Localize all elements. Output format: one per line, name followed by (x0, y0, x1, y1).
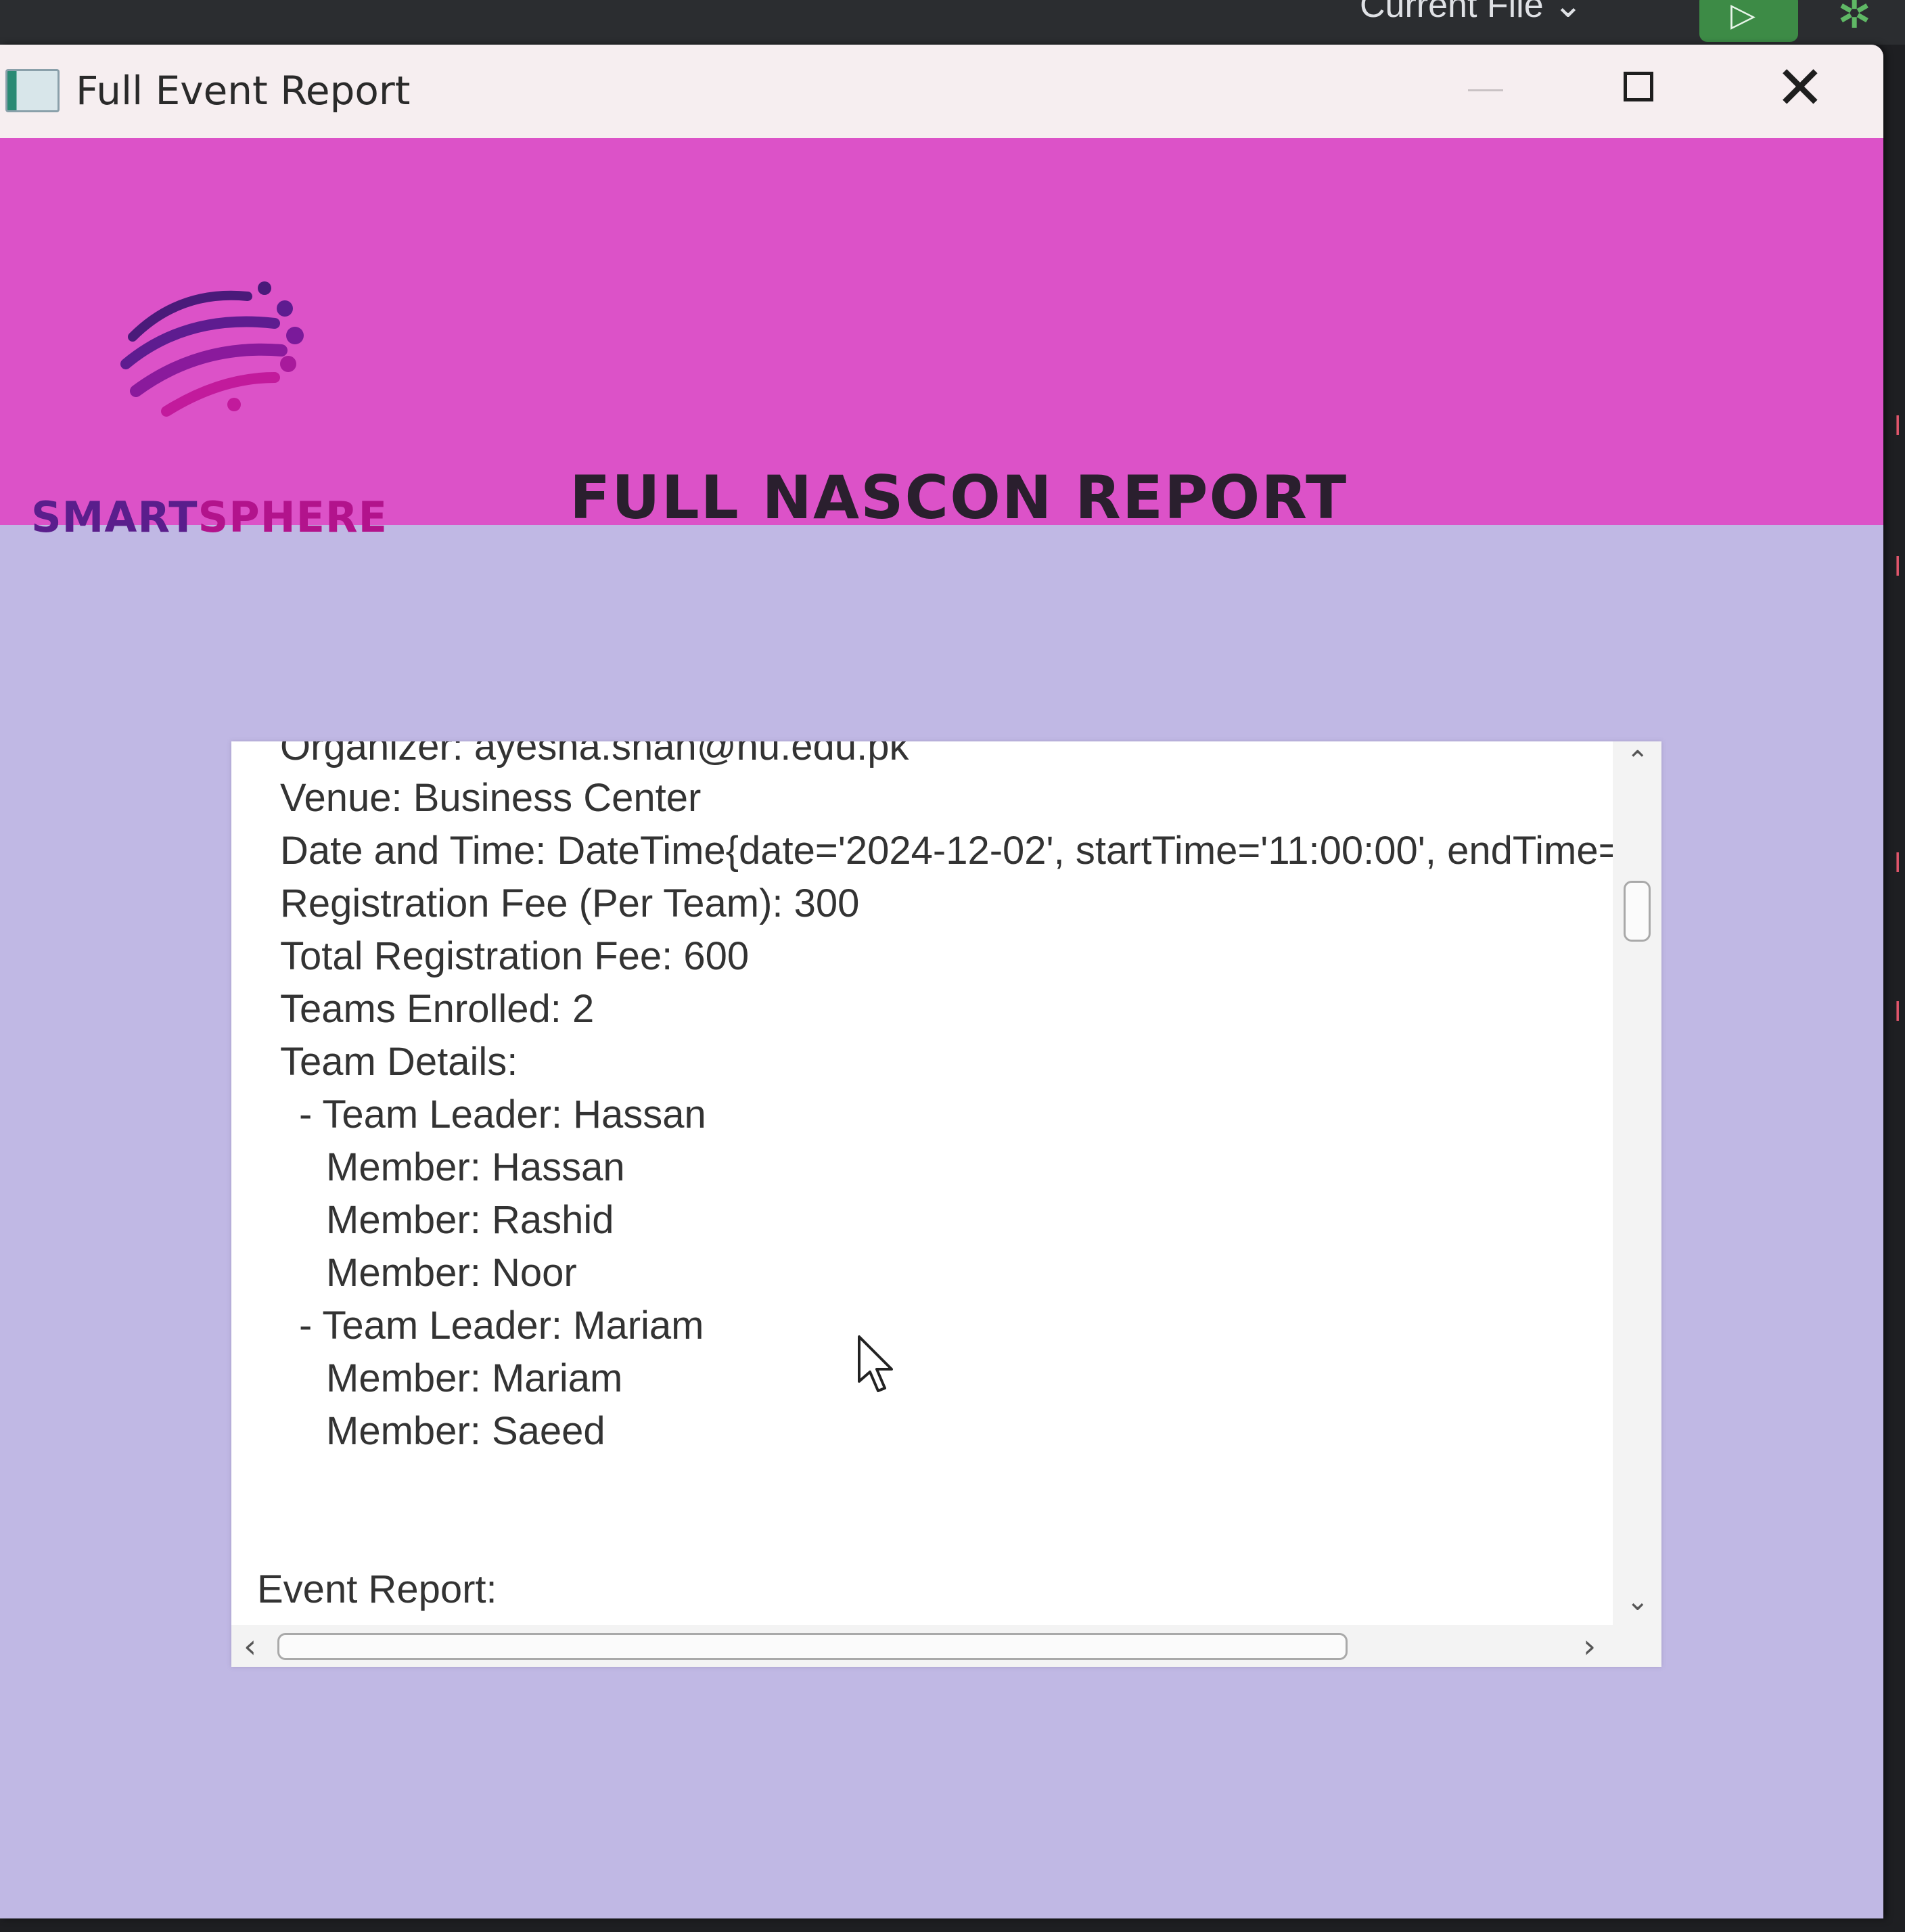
report-line-team-details: Team Details: (280, 1040, 518, 1084)
report-text-area[interactable]: Organizer: ayesha.shah@nu.edu.pk Venue: … (231, 741, 1613, 1625)
ide-gutter-mark: ǀ (1894, 552, 1902, 582)
vertical-scrollbar[interactable]: ⌃ ⌄ (1613, 741, 1661, 1625)
report-line-organizer: Organizer: ayesha.shah@nu.edu.pk (280, 741, 909, 768)
report-line-member: Member: Saeed (326, 1409, 605, 1453)
ide-gutter-mark: ǀ (1894, 997, 1902, 1027)
mouse-cursor-icon (858, 1335, 893, 1392)
app-icon (5, 69, 60, 112)
minimize-button[interactable] (1410, 45, 1559, 138)
report-line-team-leader: - Team Leader: Hassan (299, 1092, 706, 1136)
window-title: Full Event Report (76, 68, 411, 114)
report-line-team-leader: - Team Leader: Mariam (299, 1304, 704, 1348)
report-line-member: Member: Mariam (326, 1356, 623, 1400)
logo-sphere-icon (120, 281, 304, 417)
run-configuration-selector[interactable]: Current File ⌄ (1360, 0, 1583, 26)
maximize-button[interactable] (1565, 45, 1714, 138)
report-line-total-fee: Total Registration Fee: 600 (280, 934, 750, 978)
report-window: Full Event Report ✕ SMARTSPHERE FULL NAS… (0, 45, 1883, 1918)
report-line-member: Member: Rashid (326, 1198, 614, 1242)
ide-gutter-mark: ǀ (1894, 411, 1902, 441)
report-line-event-report: Event Report: (257, 1567, 497, 1611)
ide-toolbar: Current File ⌄ ▷ ✲ (0, 0, 1905, 45)
close-icon: ✕ (1775, 53, 1825, 122)
report-line-teams-enrolled: Teams Enrolled: 2 (280, 987, 595, 1031)
vertical-scroll-thumb[interactable] (1624, 881, 1651, 942)
report-line-venue: Venue: Business Center (280, 776, 702, 820)
report-banner: SMARTSPHERE FULL NASCON REPORT (0, 138, 1883, 542)
horizontal-scroll-thumb[interactable] (277, 1633, 1348, 1660)
report-scroll-pane[interactable]: Organizer: ayesha.shah@nu.edu.pk Venue: … (231, 741, 1661, 1667)
scroll-up-icon[interactable]: ⌃ (1626, 745, 1649, 777)
horizontal-scrollbar[interactable]: ‹ › (231, 1625, 1613, 1667)
minimize-icon (1468, 89, 1503, 91)
report-line-datetime: Date and Time: DateTime{date='2024-12-02… (280, 829, 1613, 873)
window-titlebar[interactable]: Full Event Report ✕ (0, 45, 1883, 138)
close-button[interactable]: ✕ (1726, 45, 1875, 138)
scroll-right-icon[interactable]: › (1583, 1628, 1596, 1665)
maximize-icon (1624, 72, 1653, 101)
scroll-down-icon[interactable]: ⌄ (1626, 1586, 1649, 1617)
logo-wordmark: SMARTSPHERE (31, 492, 388, 542)
debug-icon[interactable]: ✲ (1837, 0, 1871, 38)
smartsphere-logo: SMARTSPHERE (31, 276, 396, 542)
scroll-left-icon[interactable]: ‹ (244, 1628, 256, 1665)
report-title: FULL NASCON REPORT (570, 463, 1348, 532)
ide-editor-edge (1886, 45, 1905, 1932)
scrollbar-corner (1613, 1625, 1661, 1667)
report-line-fee: Registration Fee (Per Team): 300 (280, 881, 860, 925)
ide-gutter-mark: ǀ (1894, 848, 1902, 878)
run-button[interactable]: ▷ (1699, 0, 1798, 42)
play-icon: ▷ (1730, 0, 1755, 33)
report-line-member: Member: Noor (326, 1251, 577, 1295)
report-line-member: Member: Hassan (326, 1145, 625, 1189)
